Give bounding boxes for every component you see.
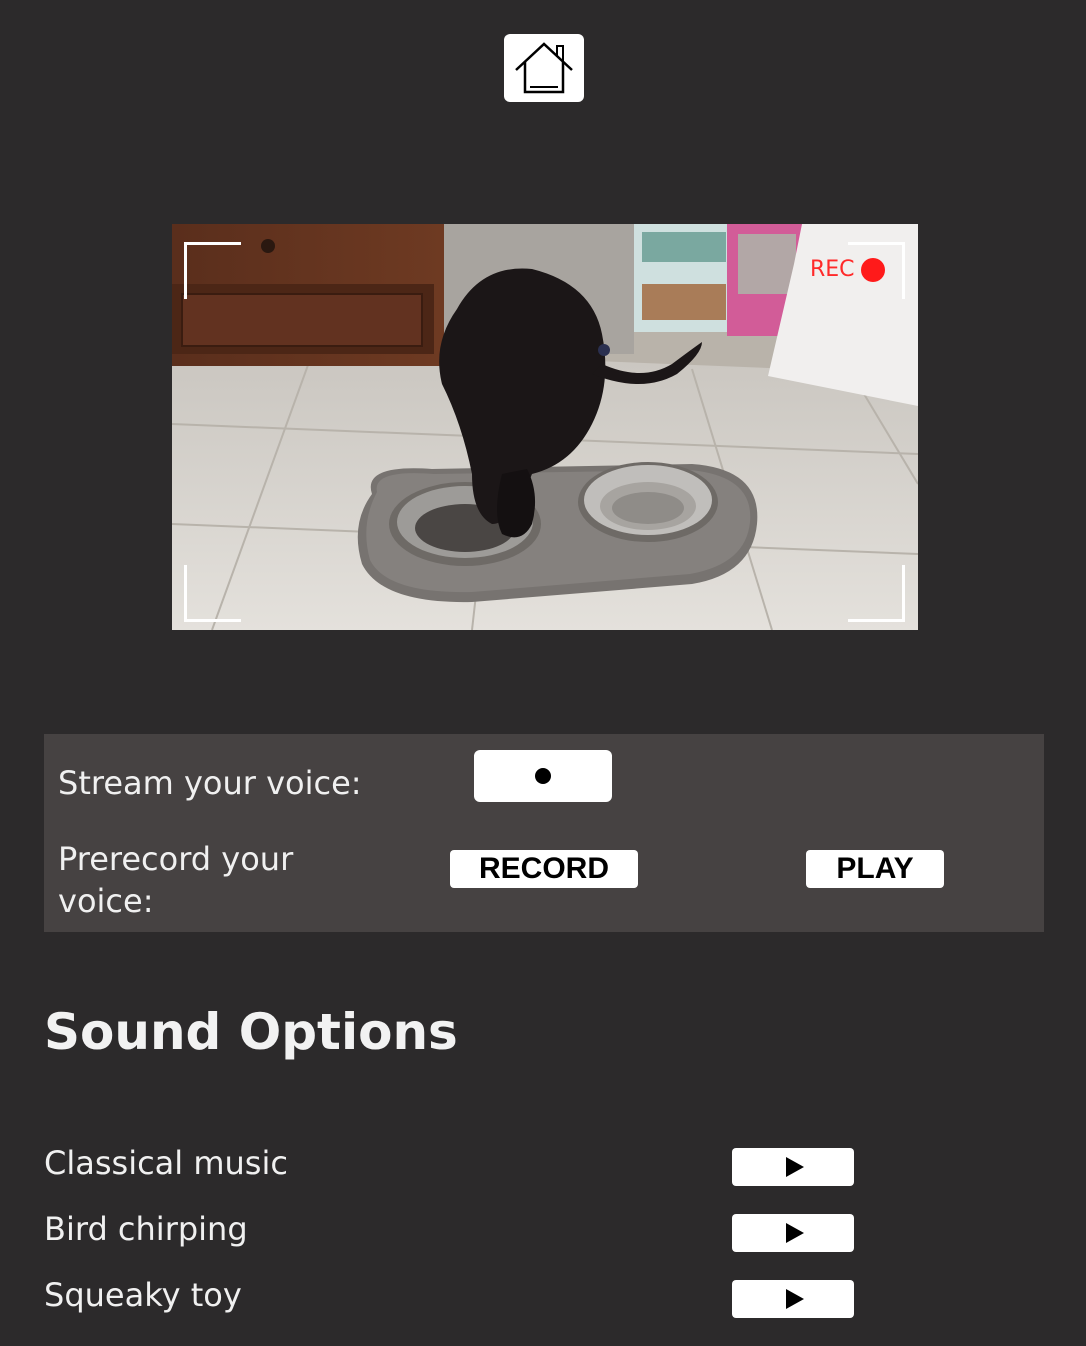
dot-icon [535,768,551,784]
rec-dot-icon [860,257,885,282]
frame-corner-bottom-left [184,565,241,622]
voice-panel: Stream your voice: Prerecord your voice:… [44,734,1044,932]
sound-option-row: Classical music [44,1144,864,1188]
play-icon [786,1289,804,1309]
stream-voice-label: Stream your voice: [58,764,362,802]
camera-feed: REC [172,224,918,630]
play-icon [786,1223,804,1243]
record-button[interactable]: RECORD [450,850,638,888]
sound-option-label: Classical music [44,1144,288,1182]
sound-option-label: Squeaky toy [44,1276,242,1314]
play-button[interactable]: PLAY [806,850,944,888]
frame-corner-top-left [184,242,241,299]
page: REC Stream your voice: Prerecord your vo… [0,0,1086,1346]
play-icon [786,1157,804,1177]
frame-corner-bottom-right [848,565,905,622]
stream-voice-button[interactable] [474,750,612,802]
rec-indicator: REC [810,257,885,282]
camera-feed-image [172,224,918,630]
prerecord-voice-label: Prerecord your voice: [58,840,294,920]
play-classical-music-button[interactable] [732,1148,854,1186]
rec-label: REC [810,257,855,282]
home-button[interactable] [504,34,584,102]
play-squeaky-toy-button[interactable] [732,1280,854,1318]
sound-option-label: Bird chirping [44,1210,248,1248]
sound-option-row: Squeaky toy [44,1276,864,1320]
sound-options-title: Sound Options [44,1003,458,1061]
home-icon [515,42,573,94]
play-bird-chirping-button[interactable] [732,1214,854,1252]
sound-option-row: Bird chirping [44,1210,864,1254]
